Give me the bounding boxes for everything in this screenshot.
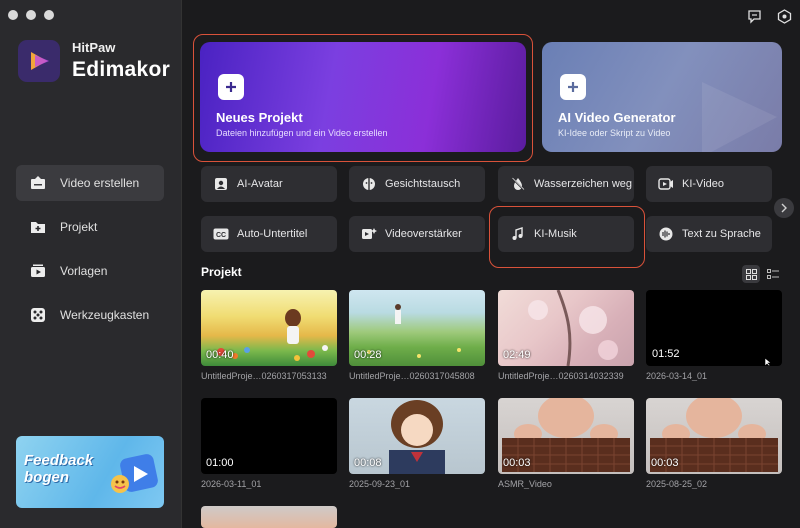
tool-label: Gesichtstausch (385, 178, 461, 190)
project-thumbnail[interactable] (201, 506, 337, 528)
face-swap-icon (361, 176, 377, 192)
maximize-window-button[interactable] (44, 10, 54, 20)
project-thumbnail[interactable]: 00:08 (349, 398, 485, 474)
new-project-highlight (193, 34, 533, 162)
tool-watermark-remove[interactable]: Wasserzeichen weg (498, 166, 634, 202)
project-thumbnail[interactable]: 01:00 (201, 398, 337, 474)
duration-label: 01:52 (652, 348, 680, 360)
feedback-text: Feedback bogen (24, 452, 94, 486)
duration-label: 00:08 (354, 457, 382, 469)
project-name: 2026-03-11_01 (201, 479, 262, 489)
tool-auto-subtitle[interactable]: CC Auto-Untertitel (201, 216, 337, 252)
feedback-message-icon[interactable] (746, 8, 762, 24)
grid-view-button[interactable] (742, 265, 760, 283)
tool-label: AI-Avatar (237, 178, 283, 190)
window-controls (8, 10, 54, 20)
tool-video-enhance[interactable]: Videoverstärker (349, 216, 485, 252)
ai-video-icon (658, 176, 674, 192)
project-thumbnail[interactable]: 00:03 (646, 398, 782, 474)
sidebar-item-label: Vorlagen (60, 264, 108, 278)
duration-label: 00:03 (651, 457, 679, 469)
project-thumbnail[interactable]: 00:40 (201, 290, 337, 366)
feedback-illustration-icon (111, 454, 158, 493)
sidebar-item-label: Werkzeugkasten (60, 308, 150, 322)
toolbox-icon (28, 305, 48, 325)
app-logo (18, 40, 60, 82)
project-name: UntitledProje…0260317053133 (201, 371, 327, 381)
project-name: 2026-03-14_01 (646, 371, 708, 381)
sidebar-item-werkzeugkasten[interactable]: Werkzeugkasten (16, 297, 164, 333)
play-shape-decoration-icon (702, 82, 777, 152)
sidebar-item-vorlagen[interactable]: Vorlagen (16, 253, 164, 289)
chevron-right-icon (781, 203, 787, 213)
ai-video-generator-card[interactable]: AI Video Generator KI-Idee oder Skript z… (542, 42, 782, 152)
tool-label: Wasserzeichen weg (534, 178, 633, 190)
ai-generator-title: AI Video Generator (558, 110, 676, 125)
duration-label: 00:28 (354, 349, 382, 361)
plus-icon (560, 74, 586, 100)
projects-section-title: Projekt (201, 265, 242, 279)
ai-generator-subtitle: KI-Idee oder Skript zu Video (558, 128, 671, 138)
close-window-button[interactable] (8, 10, 18, 20)
sidebar-item-label: Projekt (60, 220, 98, 234)
list-view-button[interactable] (764, 265, 782, 283)
top-icons (746, 8, 792, 24)
tool-label: KI-Video (682, 178, 724, 190)
duration-label: 00:40 (206, 349, 234, 361)
template-icon (28, 261, 48, 281)
sidebar-nav: Video erstellen Projekt Vorlagen Werkzeu… (16, 165, 164, 341)
duration-label: 00:03 (503, 457, 531, 469)
project-thumbnail[interactable]: 01:52 (646, 290, 782, 366)
video-enhance-icon (361, 226, 377, 242)
tool-ai-video[interactable]: KI-Video (646, 166, 772, 202)
minimize-window-button[interactable] (26, 10, 36, 20)
avatar-icon (213, 176, 229, 192)
duration-label: 01:00 (206, 457, 234, 469)
watermark-remove-icon (510, 176, 526, 192)
project-name: UntitledProje…0260314032339 (498, 371, 624, 381)
tool-label: Videoverstärker (385, 228, 462, 240)
sidebar-item-projekt[interactable]: Projekt (16, 209, 164, 245)
app-window: HitPaw Edimakor Video erstellen Projekt … (0, 0, 800, 528)
video-create-icon (28, 173, 48, 193)
project-name: 2025-09-23_01 (349, 479, 411, 489)
project-thumbnail[interactable]: 00:03 (498, 398, 634, 474)
project-thumbnail[interactable]: 02:49 (498, 290, 634, 366)
project-name: UntitledProje…0260317045808 (349, 371, 475, 381)
subtitle-icon: CC (213, 226, 229, 242)
project-name: 2025-08-25_02 (646, 479, 708, 489)
feedback-banner[interactable]: Feedback bogen (16, 436, 164, 508)
tool-face-swap[interactable]: Gesichtstausch (349, 166, 485, 202)
duration-label: 02:49 (503, 349, 531, 361)
mouse-cursor-icon (764, 358, 772, 366)
text-to-speech-icon (658, 226, 674, 242)
sidebar: HitPaw Edimakor Video erstellen Projekt … (0, 0, 182, 528)
tools-next-button[interactable] (774, 198, 794, 218)
project-name: ASMR_Video (498, 479, 552, 489)
svg-text:CC: CC (216, 232, 226, 239)
brand-name: HitPaw (72, 40, 116, 55)
tool-label: Auto-Untertitel (237, 228, 308, 240)
ai-music-highlight (489, 206, 645, 268)
sidebar-item-label: Video erstellen (60, 176, 140, 190)
settings-icon[interactable] (776, 8, 792, 24)
folder-plus-icon (28, 217, 48, 237)
tool-label: Text zu Sprache (682, 228, 761, 240)
sidebar-item-video-erstellen[interactable]: Video erstellen (16, 165, 164, 201)
list-icon (767, 269, 779, 279)
tool-text-to-speech[interactable]: Text zu Sprache (646, 216, 772, 252)
product-name: Edimakor (72, 58, 171, 81)
grid-icon (745, 268, 757, 280)
tool-ai-avatar[interactable]: AI-Avatar (201, 166, 337, 202)
project-thumbnail[interactable]: 00:28 (349, 290, 485, 366)
